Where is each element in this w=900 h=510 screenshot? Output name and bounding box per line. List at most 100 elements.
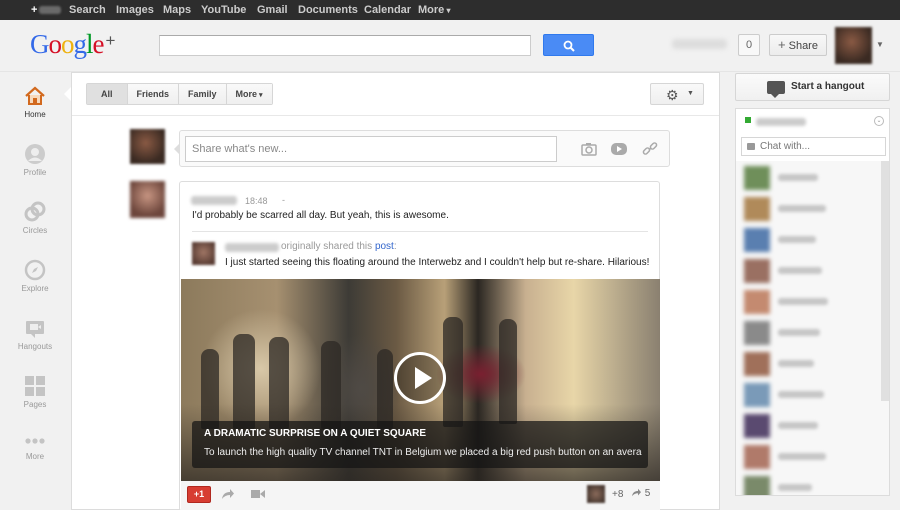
share-button[interactable]: + Share <box>769 34 827 56</box>
video-title[interactable]: A DRAMATIC SURPRISE ON A QUIET SQUARE <box>204 428 426 439</box>
stream-panel: All Friends Family More ⚙ ▼ Share what's… <box>64 72 720 510</box>
chat-contact[interactable] <box>736 379 881 410</box>
nav-home[interactable]: Home <box>0 85 70 119</box>
nav-profile[interactable]: Profile <box>0 143 70 177</box>
original-post-text: I just started seeing this floating arou… <box>225 257 650 268</box>
chat-contact[interactable] <box>736 348 881 379</box>
home-icon <box>24 85 46 107</box>
video-thumbnail[interactable]: A DRAMATIC SURPRISE ON A QUIET SQUARE To… <box>181 279 660 481</box>
filter-more[interactable]: More <box>226 84 272 104</box>
reshare-icon <box>632 488 641 497</box>
search-button[interactable] <box>543 34 594 56</box>
nav-hangouts[interactable]: Hangouts <box>0 317 70 351</box>
topbar-calendar-link[interactable]: Calendar <box>364 4 411 16</box>
sharebox: Share what's new... <box>174 130 670 167</box>
chat-contact[interactable] <box>736 193 881 224</box>
google-topbar: + Search Images Maps YouTube Gmail Docum… <box>0 0 900 20</box>
link-icon[interactable] <box>641 140 659 158</box>
hangout-icon[interactable] <box>251 488 265 500</box>
plus-one-count[interactable]: +8 <box>612 489 623 500</box>
topbar-documents-link[interactable]: Documents <box>298 4 358 16</box>
hangout-camera-icon <box>767 81 785 98</box>
avatar[interactable] <box>130 181 165 218</box>
chat-scrollbar[interactable] <box>881 161 889 401</box>
nav-explore[interactable]: Explore <box>0 259 70 293</box>
chat-contact[interactable] <box>736 472 881 495</box>
nav-more[interactable]: More <box>0 435 70 461</box>
nav-pages[interactable]: Pages <box>0 375 70 409</box>
chat-user-name <box>756 118 806 126</box>
chat-contact[interactable] <box>736 317 881 348</box>
post-card: 18:48 - I'd probably be scarred all day.… <box>179 181 660 510</box>
circles-icon <box>24 201 46 223</box>
chat-panel: ⌄ Chat with... <box>735 108 890 496</box>
avatar[interactable] <box>192 242 215 265</box>
chat-search-input[interactable]: Chat with... <box>741 137 886 156</box>
post-timestamp[interactable]: 18:48 <box>245 196 268 206</box>
plus-one-button[interactable]: +1 <box>187 486 211 503</box>
topbar-search-link[interactable]: Search <box>69 4 106 16</box>
plus-icon: + <box>778 37 786 52</box>
divider <box>72 115 719 116</box>
reshare-count[interactable]: 5 <box>631 488 650 499</box>
original-author-name[interactable] <box>225 243 279 252</box>
video-caption: A DRAMATIC SURPRISE ON A QUIET SQUARE To… <box>192 421 648 468</box>
nav-hangouts-label: Hangouts <box>17 342 53 351</box>
chat-contact[interactable] <box>736 286 881 317</box>
plus-you-link[interactable]: + <box>31 4 62 16</box>
share-input[interactable]: Share what's new... <box>185 136 557 162</box>
start-hangout-button[interactable]: Start a hangout <box>735 73 890 101</box>
start-hangout-label: Start a hangout <box>791 81 865 92</box>
chat-contact[interactable] <box>736 224 881 255</box>
video-icon[interactable] <box>610 140 628 158</box>
search-icon <box>563 40 575 52</box>
pages-icon <box>24 375 46 397</box>
nav-profile-label: Profile <box>23 168 47 177</box>
camera-icon[interactable] <box>580 140 598 158</box>
avatar[interactable] <box>587 485 605 503</box>
nav-pages-label: Pages <box>23 400 47 409</box>
topbar-images-link[interactable]: Images <box>116 4 154 16</box>
topbar-gmail-link[interactable]: Gmail <box>257 4 288 16</box>
chat-contact[interactable] <box>736 255 881 286</box>
stream-filters: All Friends Family More <box>86 83 273 105</box>
notification-count[interactable]: 0 <box>738 34 760 56</box>
header: Google + 0 + Share ▼ <box>0 20 900 72</box>
chat-contact[interactable] <box>736 162 881 193</box>
topbar-more-menu[interactable]: More <box>418 4 451 16</box>
filter-family[interactable]: Family <box>179 84 227 104</box>
reshare-icon[interactable] <box>221 488 235 500</box>
stream-settings-button[interactable]: ⚙ ▼ <box>650 83 704 105</box>
nav-circles[interactable]: Circles <box>0 201 70 235</box>
nav-explore-label: Explore <box>21 284 49 293</box>
chevron-down-icon: ▼ <box>687 90 694 97</box>
google-plus-logo[interactable]: Google + <box>30 29 115 60</box>
chat-contact-list <box>736 161 889 495</box>
gear-icon: ⚙ <box>666 87 679 103</box>
topbar-maps-link[interactable]: Maps <box>163 4 191 16</box>
profile-icon <box>24 143 46 165</box>
post-dash: - <box>282 195 285 205</box>
topbar-youtube-link[interactable]: YouTube <box>201 4 246 16</box>
filter-friends[interactable]: Friends <box>127 84 180 104</box>
nav-circles-label: Circles <box>22 226 48 235</box>
user-name[interactable] <box>672 39 727 49</box>
share-label: Share <box>788 40 818 52</box>
more-dots-icon <box>24 435 46 449</box>
post-actions: +1 +8 5 <box>181 481 660 510</box>
chevron-down-icon[interactable]: ▼ <box>876 40 884 49</box>
chat-contact[interactable] <box>736 441 881 472</box>
chat-contact[interactable] <box>736 410 881 441</box>
post-text: I'd probably be scarred all day. But yea… <box>192 210 449 221</box>
filter-all[interactable]: All <box>87 84 128 104</box>
play-button-icon[interactable] <box>394 352 446 404</box>
user-avatar[interactable] <box>835 27 872 64</box>
search-input[interactable] <box>159 35 531 56</box>
post-author-name[interactable] <box>191 196 237 205</box>
video-description: To launch the high quality TV channel TN… <box>204 447 642 458</box>
nav-more-label: More <box>25 452 45 461</box>
explore-icon <box>24 259 46 281</box>
original-post-link[interactable]: post <box>375 241 394 252</box>
chat-collapse-toggle[interactable]: ⌄ <box>874 116 884 126</box>
online-status-icon[interactable] <box>745 117 751 123</box>
